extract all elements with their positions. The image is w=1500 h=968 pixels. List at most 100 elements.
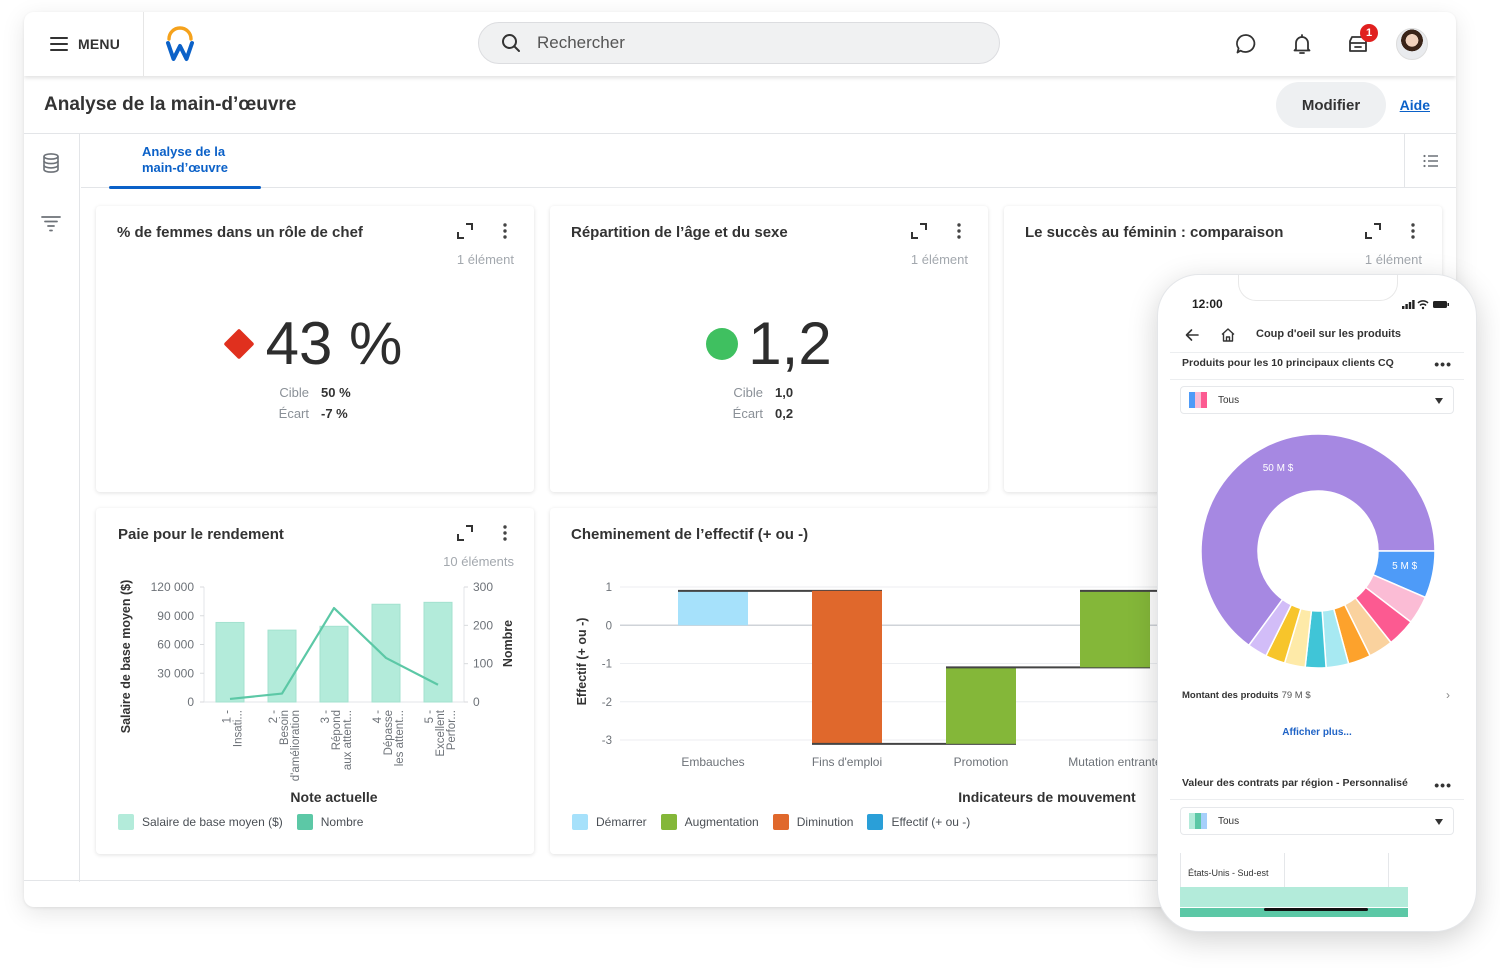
inbox-button[interactable]: 1 — [1330, 12, 1386, 76]
item-count: 1 élément — [456, 252, 514, 267]
amount-value: 79 M $ — [1281, 690, 1311, 701]
y-axis-title: Effectif (+ ou -) — [575, 618, 589, 706]
amount-row[interactable]: Montant des produits 79 M $ — [1182, 690, 1311, 701]
legend-swatch — [296, 814, 313, 830]
chevron-down-icon — [1435, 819, 1443, 825]
bar — [215, 621, 245, 703]
card-women-leaders: % de femmes dans un rôle de chef 1 éléme… — [96, 206, 534, 492]
x-tick-label: 3 - Répond aux attent... — [320, 710, 354, 770]
y-tick-label: -2 — [602, 697, 612, 709]
legend-item[interactable]: Effectif (+ ou -) — [867, 814, 970, 830]
y2-tick-label: 200 — [473, 618, 493, 632]
page-header: Analyse de la main-d’œuvre Modifier Aide — [24, 76, 1456, 134]
left-rail — [24, 134, 80, 882]
phone-nav: Coup d'oeil sur les produits — [1158, 323, 1476, 351]
pay-legend: Salaire de base moyen ($) Nombre — [118, 814, 363, 830]
target-value: 1,0 — [775, 385, 794, 400]
modifier-button[interactable]: Modifier — [1276, 82, 1386, 128]
products-donut-chart: 50 M $ 5 M $ — [1200, 433, 1436, 669]
show-more-link[interactable]: Afficher plus... — [1158, 727, 1476, 738]
legend-item[interactable]: Démarrer — [572, 814, 647, 830]
pay-performance-chart: 0 30 000 60 000 90 000 120 000 0 100 200 300 1 -I… — [119, 580, 515, 805]
legend-item[interactable]: Augmentation — [660, 814, 759, 830]
chevron-right-icon[interactable]: › — [1446, 688, 1450, 702]
more-vertical-icon[interactable] — [950, 222, 968, 240]
phone-nav-title: Coup d'oeil sur les produits — [1256, 328, 1402, 340]
tab-workforce-analysis[interactable]: Analyse de la main-d’œuvre — [109, 134, 261, 189]
home-icon[interactable] — [1220, 327, 1236, 343]
more-horizontal-icon[interactable]: ••• — [1434, 778, 1452, 792]
bar — [319, 625, 349, 703]
filter-icon[interactable] — [40, 212, 62, 234]
section-title: Valeur des contrats par région - Personn… — [1182, 777, 1408, 789]
legend-label: Salaire de base moyen ($) — [142, 815, 283, 829]
page-title: Analyse de la main-d’œuvre — [44, 93, 297, 115]
expand-icon[interactable] — [910, 222, 928, 240]
menu-label: MENU — [78, 36, 121, 52]
tab-list-button[interactable] — [1404, 134, 1456, 188]
x-tick-line: les attent... — [394, 710, 406, 766]
more-vertical-icon[interactable] — [1404, 222, 1422, 240]
card-age-gender: Répartition de l’âge et du sexe 1 élémen… — [550, 206, 988, 492]
divider — [1170, 352, 1464, 353]
y-axis-title: Salaire de base moyen ($) — [119, 580, 133, 734]
legend-item[interactable]: Diminution — [772, 814, 853, 830]
x-tick-line: Insati... — [233, 710, 245, 747]
y-tick-label: 90 000 — [157, 609, 194, 623]
workday-logo[interactable] — [164, 26, 196, 62]
filter-value: Tous — [1218, 815, 1240, 827]
target-label: Cible — [279, 385, 309, 400]
search-bar[interactable] — [478, 22, 1000, 64]
legend-item[interactable]: Salaire de base moyen ($) — [118, 814, 283, 830]
y2-tick-label: 0 — [473, 695, 480, 709]
aide-link[interactable]: Aide — [1400, 97, 1430, 113]
legend-swatch — [118, 814, 134, 830]
tab-label-line2: main-d’œuvre — [142, 160, 228, 175]
card-title: Le succès au féminin : comparaison — [1025, 224, 1284, 241]
x-axis-title: Indicateurs de mouvement — [958, 789, 1136, 805]
more-vertical-icon[interactable] — [496, 222, 514, 240]
divider — [1170, 379, 1464, 380]
kpi-value: 43 % — [265, 310, 403, 377]
menu-button[interactable]: MENU — [24, 12, 144, 76]
kpi-value: 1,2 — [748, 310, 832, 377]
x-tick-label: 2 - Besoin d'amélioration — [268, 710, 302, 781]
bar — [371, 603, 401, 703]
y-tick-label: 30 000 — [157, 666, 194, 680]
chat-icon — [1236, 34, 1256, 54]
y-tick-label: 0 — [187, 695, 194, 709]
expand-icon[interactable] — [1364, 222, 1382, 240]
item-count: 1 élément — [910, 252, 968, 267]
region-bar — [1180, 887, 1408, 907]
avatar[interactable] — [1396, 28, 1428, 60]
x-tick-label: 1 - Insati... — [222, 710, 245, 747]
expand-icon[interactable] — [456, 222, 474, 240]
chat-button[interactable] — [1218, 12, 1274, 76]
x-tick-label: Fins d'emploi — [812, 755, 882, 769]
region-filter-select[interactable]: Tous — [1180, 807, 1454, 835]
amount-label: Montant des produits — [1182, 690, 1279, 701]
y-tick-label: -3 — [602, 735, 612, 747]
bell-icon — [1293, 34, 1311, 54]
legend-item[interactable]: Nombre — [296, 814, 363, 830]
filter-swatch-icon — [1189, 813, 1207, 829]
filter-swatch-icon — [1189, 392, 1207, 408]
slice-label: 5 M $ — [1392, 561, 1417, 572]
tab-bar: Analyse de la main-d’œuvre — [81, 134, 1456, 189]
x-tick-line: aux attent... — [342, 710, 354, 770]
product-filter-select[interactable]: Tous — [1180, 386, 1454, 414]
status-dot-icon — [706, 328, 739, 360]
legend-swatch — [572, 814, 588, 830]
y-tick-label: 1 — [606, 582, 612, 594]
more-horizontal-icon[interactable]: ••• — [1434, 357, 1452, 371]
notifications-button[interactable] — [1274, 12, 1330, 76]
x-tick-label: Embauches — [681, 755, 744, 769]
status-icons — [1402, 300, 1449, 310]
phone-notch — [1238, 275, 1398, 301]
y2-tick-label: 300 — [473, 580, 493, 594]
back-arrow-icon[interactable] — [1184, 327, 1200, 343]
database-icon[interactable] — [40, 152, 62, 174]
card-title: Répartition de l’âge et du sexe — [571, 224, 788, 241]
search-input[interactable] — [537, 33, 957, 53]
legend-label: Augmentation — [684, 815, 759, 829]
